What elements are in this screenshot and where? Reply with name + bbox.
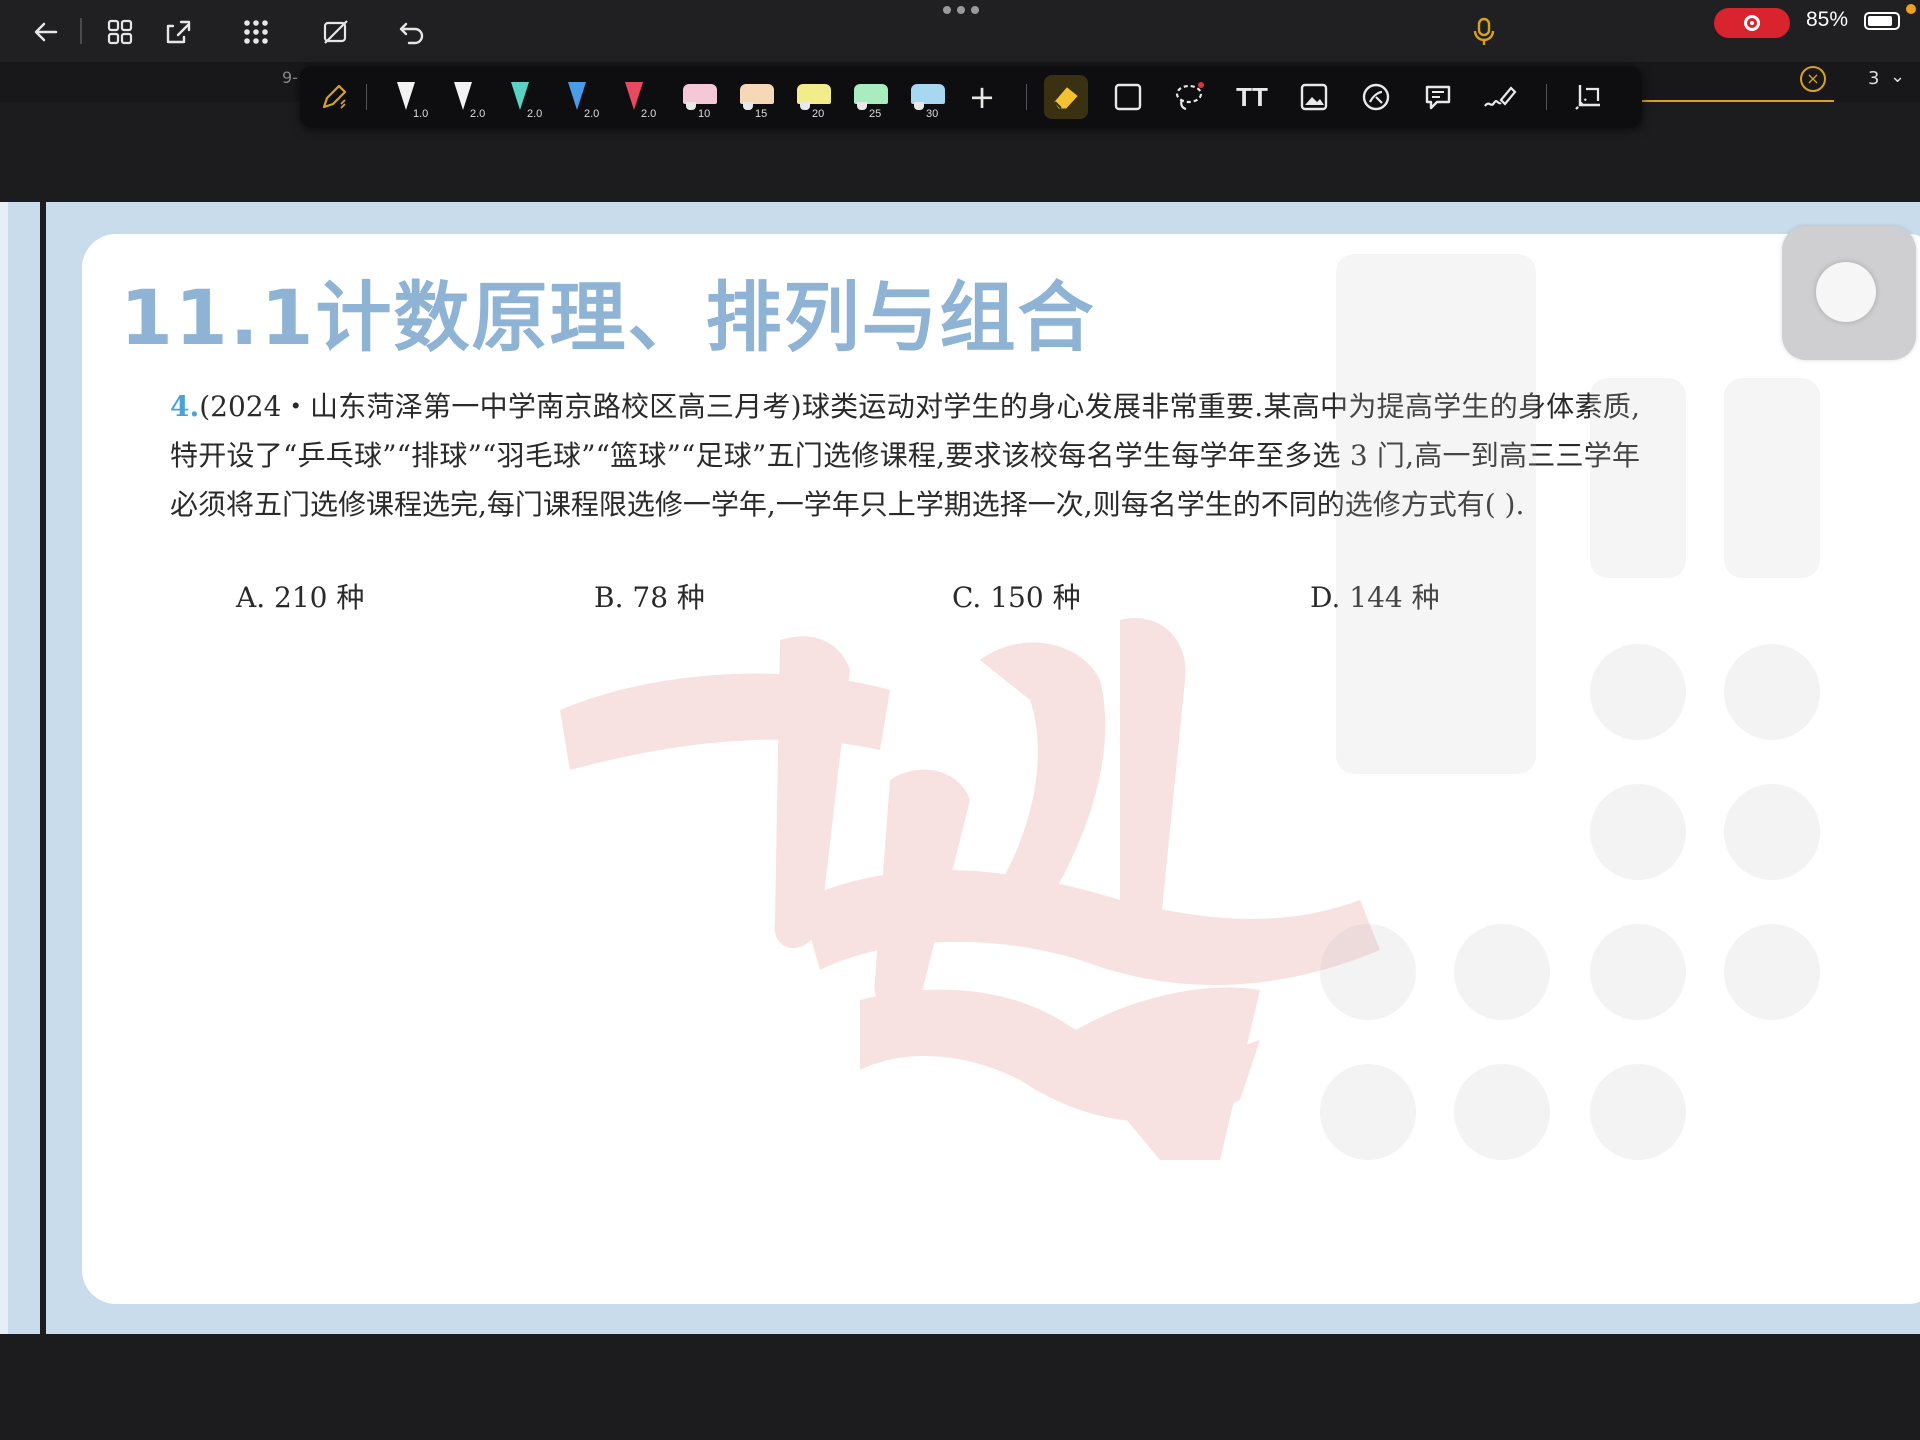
record-icon[interactable]	[1714, 8, 1790, 38]
divider	[366, 84, 367, 110]
highlighter-6[interactable]: 10	[669, 66, 717, 128]
rotation-lock-ghost	[1724, 644, 1820, 740]
battery-percentage: 85%	[1806, 8, 1849, 31]
screen-record-ghost	[1320, 1064, 1416, 1160]
no-edit-icon[interactable]	[316, 12, 356, 52]
highlighter-cap	[800, 102, 810, 110]
drawing-toolbar: 1.0 2.0 2.0 2.0 2.0 10 15 20 25 30 + TT	[300, 66, 1642, 128]
pen-tip-icon	[625, 82, 643, 110]
dark-mode-ghost	[1590, 1064, 1686, 1160]
sticker-icon[interactable]	[1354, 66, 1398, 128]
control-center-ghost	[1336, 254, 1536, 774]
option-c: C. 150 种	[952, 581, 1081, 614]
highlighter-cap	[686, 102, 696, 110]
signature-icon[interactable]	[1478, 66, 1522, 128]
text-icon[interactable]: TT	[1230, 66, 1274, 128]
active-tab-indicator	[1640, 100, 1834, 102]
image-icon[interactable]	[1292, 66, 1336, 128]
pen-4[interactable]: 2.0	[555, 66, 599, 128]
pen-tip-icon	[740, 84, 774, 104]
pen-tip-icon	[797, 84, 831, 104]
undo-icon[interactable]	[392, 12, 432, 52]
pen-tip-icon	[568, 82, 586, 110]
previous-page-edge[interactable]	[0, 202, 8, 1334]
divider	[80, 18, 82, 44]
lasso-icon[interactable]	[1168, 66, 1212, 128]
divider	[1546, 84, 1547, 110]
highlighter-cap	[857, 102, 867, 110]
highlighter-cap	[743, 102, 753, 110]
control-ghost	[1454, 924, 1550, 1020]
share-icon[interactable]	[158, 12, 198, 52]
control-ghost	[1590, 644, 1686, 740]
volume-slider-ghost	[1724, 378, 1820, 578]
question-number: 4.	[170, 390, 200, 423]
apps-icon[interactable]	[236, 12, 276, 52]
battery-icon	[1864, 12, 1900, 30]
grid-icon[interactable]	[100, 12, 140, 52]
pen-tip-icon	[854, 84, 888, 104]
crop-icon[interactable]	[1566, 66, 1610, 128]
pen-size-label: 2.0	[527, 108, 543, 120]
watermark-brush-logo	[560, 618, 1380, 1160]
pen-tip-icon	[454, 82, 472, 110]
add-pen-button[interactable]: +	[960, 66, 1004, 128]
pen-size-label: 25	[869, 108, 882, 120]
pen-5[interactable]: 2.0	[612, 66, 656, 128]
more-dots-icon[interactable]	[935, 6, 987, 24]
option-a: A. 210 种	[236, 581, 365, 614]
page-divider	[40, 202, 46, 1334]
highlighter-9[interactable]: 25	[840, 66, 888, 128]
pen-tip-icon	[511, 82, 529, 110]
chevron-down-icon[interactable]: ⌄	[1890, 66, 1905, 87]
rectangle-icon[interactable]	[1106, 66, 1150, 128]
pen-size-label: 2.0	[641, 108, 657, 120]
divider	[1026, 84, 1027, 110]
highlighter-7[interactable]: 15	[726, 66, 774, 128]
pen-2[interactable]: 2.0	[441, 66, 485, 128]
eraser-icon[interactable]	[1044, 75, 1088, 119]
section-title: 11.1计数原理、排列与组合	[120, 273, 1096, 362]
highlighter-cap	[914, 102, 924, 110]
pen-tip-icon	[397, 82, 415, 110]
battery-alert-dot	[1906, 4, 1916, 14]
pen-size-label: 2.0	[470, 108, 486, 120]
pen-tip-icon	[683, 84, 717, 104]
pen-size-label: 15	[755, 108, 768, 120]
back-arrow-icon[interactable]	[26, 12, 66, 52]
highlighter-8[interactable]: 20	[783, 66, 831, 128]
pencil-bluetooth-icon[interactable]	[312, 66, 356, 128]
control-ghost	[1320, 924, 1416, 1020]
option-b: B. 78 种	[594, 581, 705, 614]
page-number[interactable]: 3	[1868, 68, 1879, 89]
tab-label[interactable]: 9-	[282, 68, 298, 87]
control-ghost	[1724, 924, 1820, 1020]
close-circle-icon[interactable]: ×	[1800, 66, 1826, 92]
pen-size-label: 1.0	[413, 108, 429, 120]
control-ghost	[1454, 1064, 1550, 1160]
control-ghost	[1724, 784, 1820, 880]
battery-mode-ghost	[1590, 924, 1686, 1020]
assistive-touch-knob[interactable]	[1816, 262, 1876, 322]
pen-size-label: 20	[812, 108, 825, 120]
pen-1[interactable]: 1.0	[384, 66, 428, 128]
pen-size-label: 2.0	[584, 108, 600, 120]
brightness-slider-ghost	[1590, 378, 1686, 578]
highlighter-10[interactable]: 30	[897, 66, 945, 128]
pen-size-label: 30	[926, 108, 939, 120]
comment-icon[interactable]	[1416, 66, 1460, 128]
control-ghost	[1590, 784, 1686, 880]
pen-3[interactable]: 2.0	[498, 66, 542, 128]
mic-icon[interactable]	[1466, 12, 1502, 52]
pen-size-label: 10	[698, 108, 711, 120]
pen-tip-icon	[911, 84, 945, 104]
